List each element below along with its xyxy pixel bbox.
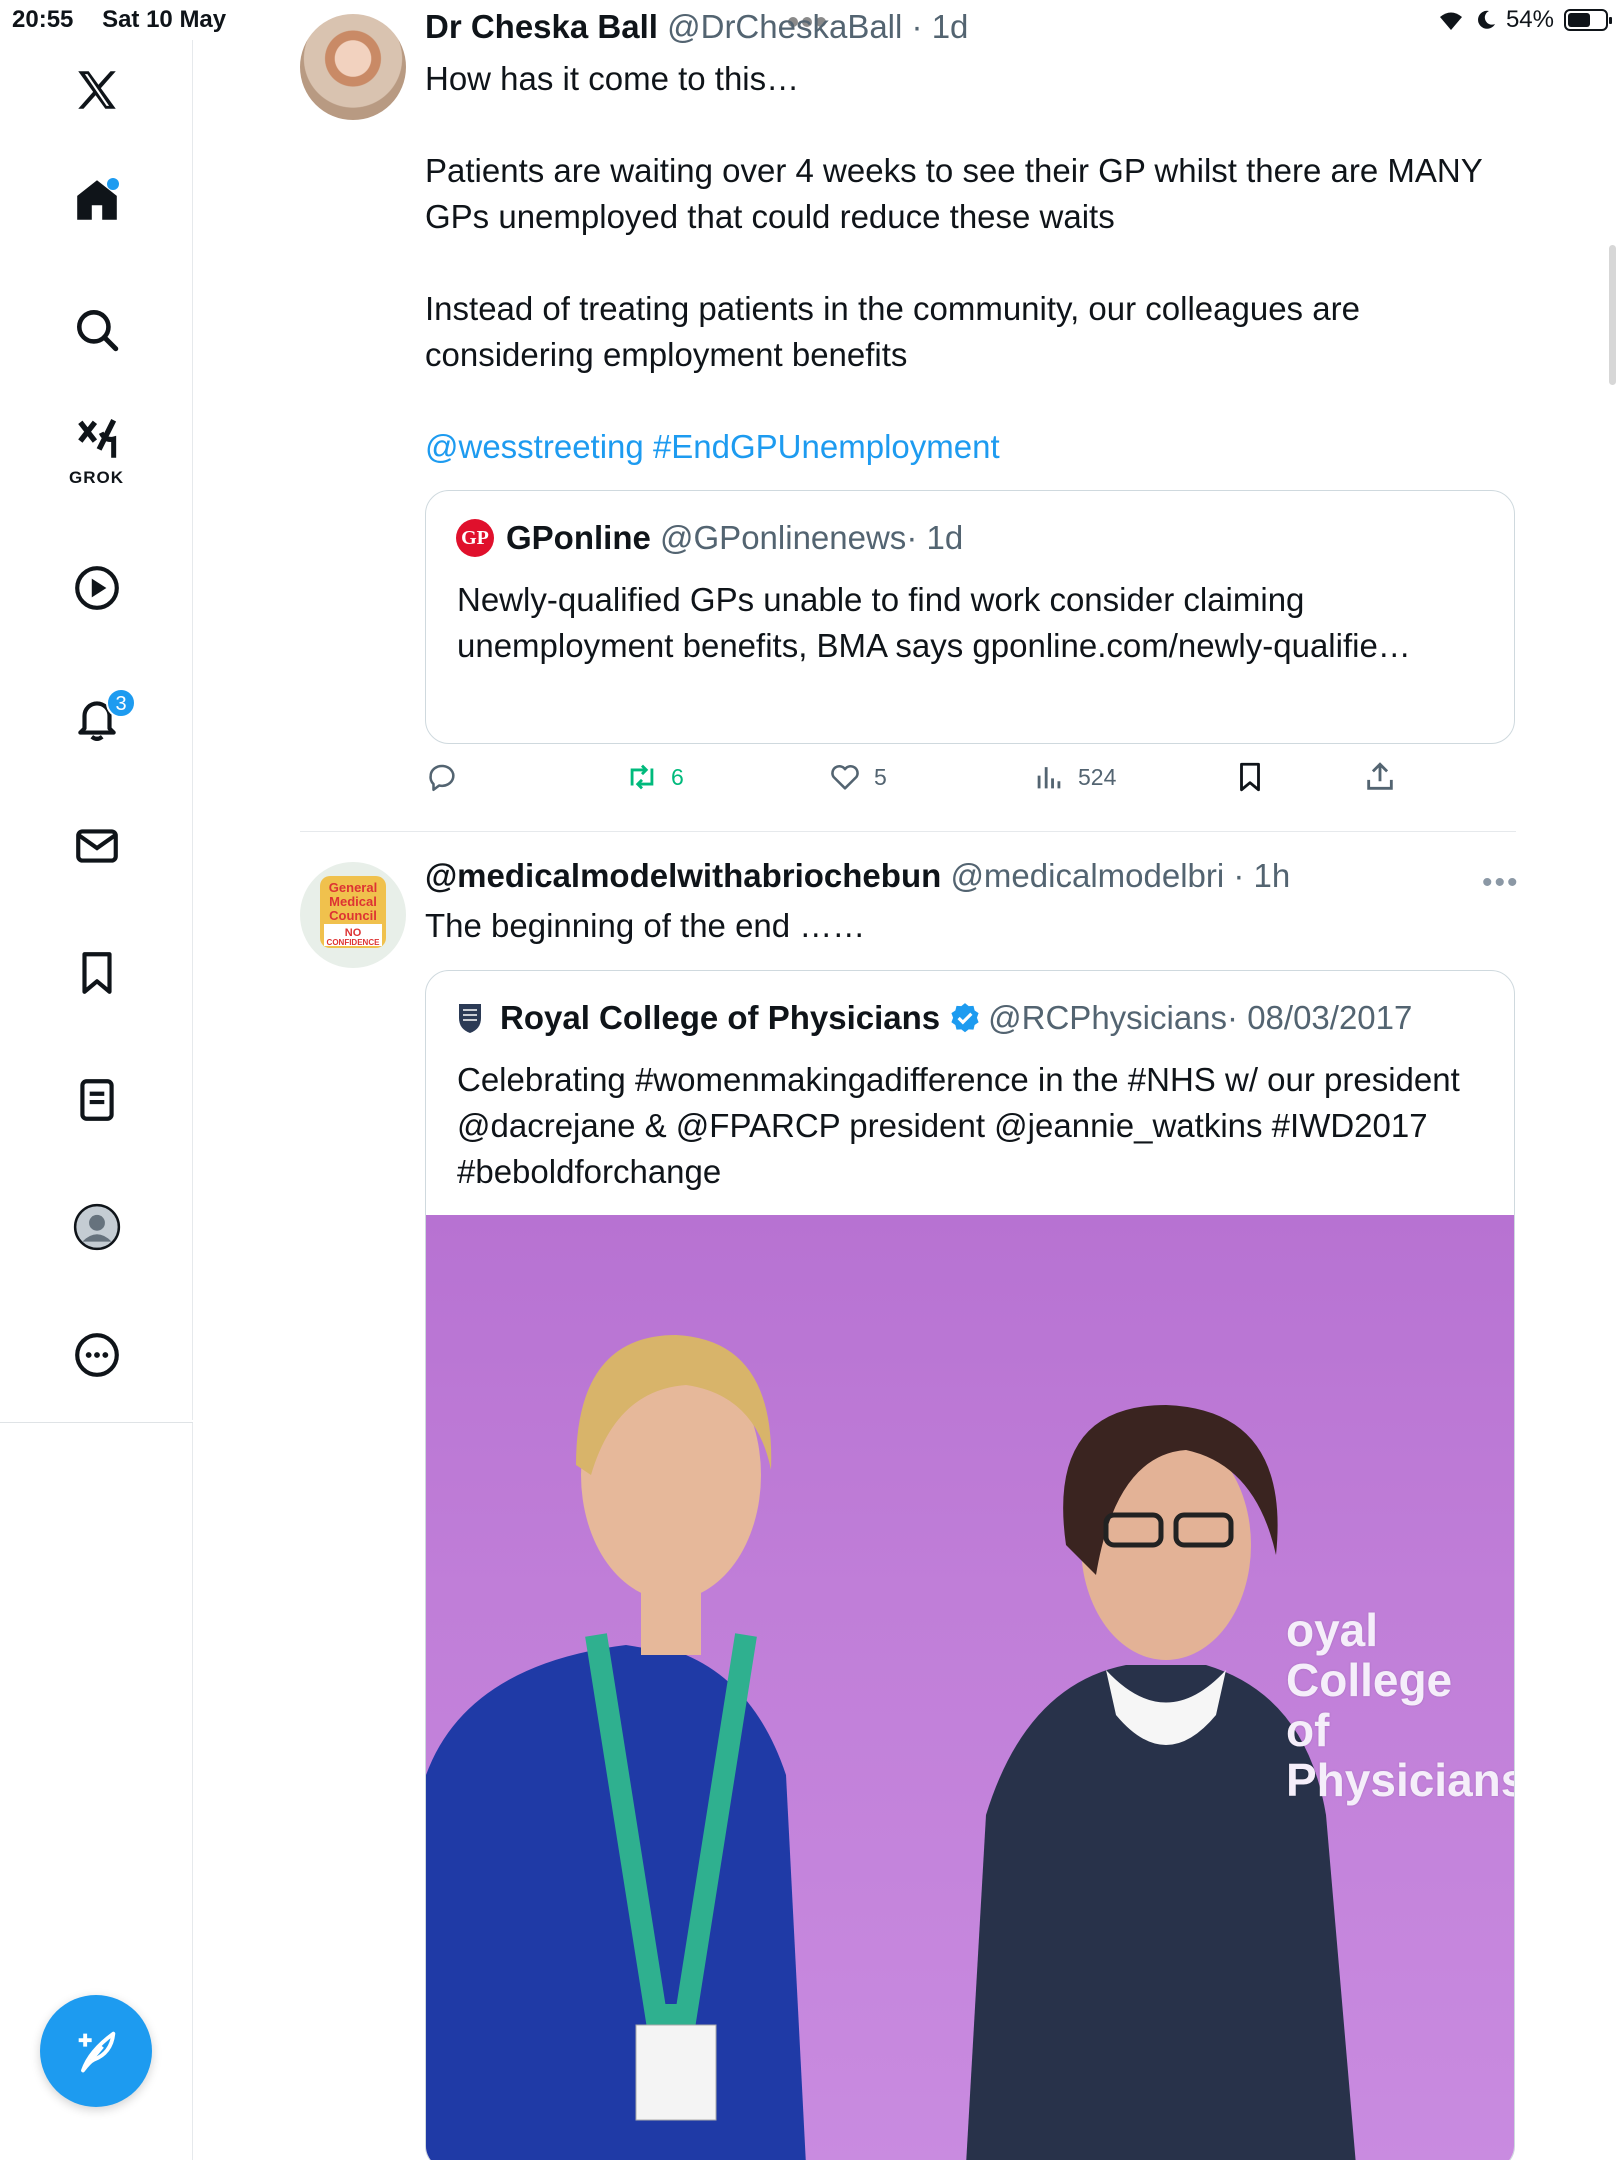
tweet-photo[interactable]: oyal College of Physicians [426,1215,1515,2160]
photo-banner-line: of Physicians [1286,1704,1515,1806]
quote-header: GP GPonline @GPonlinenews · 1d [456,519,963,557]
quote-time: · 08/03/2017 [1227,999,1413,1036]
tweet-text: The beginning of the end …… [425,907,866,944]
tweet-header: Dr Cheska Ball @DrCheskaBall · 1d [425,8,968,46]
x-logo-icon[interactable] [0,50,193,130]
battery-percent: 54% [1505,6,1554,33]
status-indicators: 54% [1436,6,1612,34]
status-time-date: 20:55 Sat 10 May [12,6,248,34]
home-new-dot [107,178,119,190]
nav-grok[interactable]: GROK [0,410,193,490]
compose-button[interactable] [40,1995,152,2107]
photo-banner-text: oyal College of Physicians [1286,1604,1515,1806]
quote-text: Newly-qualified GPs unable to find work … [457,581,1411,664]
author-name[interactable]: @medicalmodelwithabriochebun [425,857,941,894]
retweet-button[interactable]: 6 [625,760,684,794]
scrollbar[interactable] [1609,245,1616,385]
views-icon [1037,767,1061,789]
reply-icon [429,764,455,792]
avatar[interactable]: General Medical Council NO CONFIDENCE [300,862,406,968]
author-handle[interactable]: @DrCheskaBall [667,8,902,45]
reply-button[interactable] [425,760,459,794]
moon-icon [1478,10,1495,29]
tweet-text: How has it come to this… Patients are wa… [425,56,1515,470]
verified-badge-icon [951,1003,979,1033]
like-icon [831,764,859,790]
quote-author-handle: @GPonlinenews [660,519,907,556]
general-medical-council-badge: General Medical Council NO CONFIDENCE [320,876,386,948]
tweet-divider [300,831,1516,832]
quote-text: Celebrating #womenmakingadifference in t… [457,1061,1460,1190]
badge-line: Medical [329,894,377,909]
retweet-icon [630,764,654,790]
bookmark-button[interactable] [1233,760,1267,794]
avatar[interactable] [300,14,406,120]
tweet-time[interactable]: · 1d [912,8,969,45]
nav-home[interactable] [0,160,193,240]
battery-icon [1564,9,1612,31]
tweet-links: @wesstreeting #EndGPUnemployment [425,424,1515,470]
nav-profile[interactable] [0,1187,193,1267]
list-icon [79,1079,114,1121]
compose-icon [78,2031,116,2073]
mention-link[interactable]: @wesstreeting [425,428,644,465]
share-icon [1367,762,1393,790]
sidebar-divider [0,1422,193,1423]
grok-label: GROK [69,468,124,487]
notifications-badge: 3 [106,688,136,718]
search-icon [76,310,118,352]
nav-more[interactable] [0,1315,193,1395]
quote-author-name: Royal College of Physicians [500,999,941,1036]
views-count: 524 [1078,763,1117,790]
tweet-paragraph: How has it come to this… [425,60,800,97]
tweet-header: @medicalmodelwithabriochebun @medicalmod… [425,857,1290,895]
bookmark-icon [1240,762,1260,792]
tweet-paragraph: Instead of treating patients in the comm… [425,290,1360,373]
gponline-logo: GP [456,519,494,557]
photo-banner-line: oyal College [1286,1604,1453,1706]
nav-notifications[interactable]: 3 [0,678,193,758]
author-handle[interactable]: @medicalmodelbri [950,857,1224,894]
nav-bookmarks[interactable] [0,933,193,1013]
badge-line: CONFIDENCE [327,938,381,947]
retweet-count: 6 [671,763,684,790]
video-icon [74,566,119,610]
status-time: 20:55 [12,6,74,33]
grok-icon [77,419,116,458]
tweet-time[interactable]: · 1h [1233,857,1290,894]
badge-line: Council [329,908,377,923]
tweet-more-icon[interactable]: ••• [1482,866,1520,900]
tweet-paragraph: Patients are waiting over 4 weeks to see… [425,152,1483,235]
more-icon [74,1333,119,1377]
quoted-tweet[interactable]: Royal College of Physicians @RCPhysician… [425,970,1515,2160]
rcp-crest-icon [459,1004,481,1033]
quote-author-handle: @RCPhysicians [988,999,1228,1036]
nav-lists[interactable] [0,1060,193,1140]
status-date: Sat 10 May [102,6,227,33]
like-count: 5 [874,763,887,790]
bookmark-icon [81,952,112,994]
quote-time: · 1d [906,519,964,556]
quote-header: Royal College of Physicians @RCPhysician… [456,999,1412,1037]
mail-icon [75,829,118,863]
nav-video[interactable] [0,548,193,628]
views-button[interactable]: 524 [1032,760,1116,794]
nav-search[interactable] [0,290,193,370]
wifi-icon [1439,12,1462,30]
hashtag-link[interactable]: #EndGPUnemployment [653,428,1000,465]
profile-icon [73,1203,120,1251]
sidebar-border [192,1423,193,2160]
tweet-actions: 6 5 524 [425,760,1435,804]
share-button[interactable] [1363,760,1397,794]
quoted-tweet[interactable]: GP GPonline @GPonlinenews · 1d Newly-qua… [425,490,1515,744]
nav-messages[interactable] [0,806,193,886]
sidebar: GROK 3 [0,40,193,1420]
quote-author-name: GPonline [506,519,651,556]
author-name[interactable]: Dr Cheska Ball [425,8,658,45]
like-button[interactable]: 5 [828,760,887,794]
badge-line: General [329,880,377,895]
